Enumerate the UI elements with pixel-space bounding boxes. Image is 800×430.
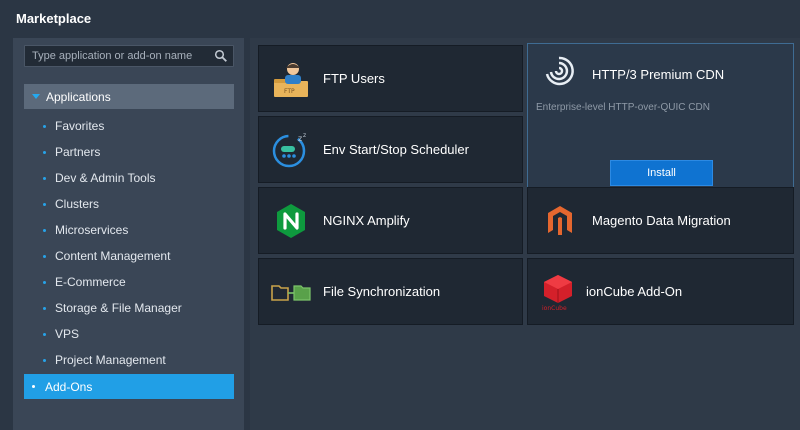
install-button[interactable]: Install	[610, 160, 713, 186]
scheduler-clock-icon: z z	[271, 130, 311, 170]
svg-text:z: z	[298, 134, 302, 143]
sidebar-item-label: Microservices	[55, 223, 129, 237]
ftp-user-icon: FTP	[271, 59, 311, 99]
tile-magento-data-migration[interactable]: Magento Data Migration	[527, 187, 794, 254]
svg-text:z: z	[303, 132, 306, 139]
tile-title: Env Start/Stop Scheduler	[323, 142, 469, 157]
sidebar-item-label: E-Commerce	[55, 275, 126, 289]
sidebar-item-clusters[interactable]: Clusters	[24, 191, 234, 217]
sidebar-item-label: Partners	[55, 145, 101, 159]
tile-title: NGINX Amplify	[323, 213, 410, 228]
sidebar-item-project-management[interactable]: Project Management	[24, 347, 234, 373]
sidebar-item-add-ons[interactable]: Add-Ons	[24, 374, 234, 399]
sidebar-item-favorites[interactable]: Favorites	[24, 113, 234, 139]
sidebar: Applications Favorites Partners Dev & Ad…	[13, 38, 244, 430]
sidebar-item-partners[interactable]: Partners	[24, 139, 234, 165]
bullet-icon	[43, 228, 46, 232]
sidebar-item-e-commerce[interactable]: E-Commerce	[24, 269, 234, 295]
tile-nginx-amplify[interactable]: NGINX Amplify	[258, 187, 523, 254]
tile-description: Enterprise-level HTTP-over-QUIC CDN	[536, 102, 710, 113]
bullet-icon	[43, 202, 46, 206]
search-icon[interactable]	[214, 49, 228, 63]
bullet-icon	[43, 280, 46, 284]
addon-grid: FTP FTP Users z z Env Start/Stop Schedul…	[250, 38, 800, 430]
bullet-icon	[43, 124, 46, 128]
caret-down-icon	[32, 94, 40, 99]
sidebar-group-label: Applications	[46, 89, 111, 104]
tile-title: HTTP/3 Premium CDN	[592, 67, 725, 82]
tile-ioncube-add-on[interactable]: ionCube ionCube Add-On	[527, 258, 794, 325]
sidebar-item-content-management[interactable]: Content Management	[24, 243, 234, 269]
sidebar-nav: Favorites Partners Dev & Admin Tools Clu…	[24, 113, 234, 373]
sidebar-item-label: Storage & File Manager	[55, 301, 182, 315]
bullet-icon	[43, 358, 46, 362]
tile-title: ionCube Add-On	[586, 284, 683, 299]
sidebar-item-label: Project Management	[55, 353, 166, 367]
tile-ftp-users[interactable]: FTP FTP Users	[258, 45, 523, 112]
svg-text:FTP: FTP	[284, 88, 295, 95]
sidebar-group-applications[interactable]: Applications	[24, 84, 234, 109]
bullet-icon	[43, 176, 46, 180]
tile-http3-premium-cdn[interactable]: HTTP/3 Premium CDN Enterprise-level HTTP…	[527, 43, 794, 195]
sidebar-item-label: VPS	[55, 327, 80, 341]
tile-title: File Synchronization	[323, 284, 441, 299]
sidebar-item-vps[interactable]: VPS	[24, 321, 234, 347]
swirl-cdn-icon	[542, 54, 582, 94]
title-bar: Marketplace	[0, 0, 800, 38]
tile-file-synchronization[interactable]: File Synchronization	[258, 258, 523, 325]
tile-title: FTP Users	[323, 71, 385, 86]
sidebar-item-label: Dev & Admin Tools	[55, 171, 156, 185]
window-title: Marketplace	[16, 11, 92, 26]
sidebar-item-label: Content Management	[55, 249, 171, 263]
folder-sync-icon	[271, 272, 311, 312]
tile-env-scheduler[interactable]: z z Env Start/Stop Scheduler	[258, 116, 523, 183]
magento-logo	[540, 201, 580, 241]
sidebar-item-storage-file-manager[interactable]: Storage & File Manager	[24, 295, 234, 321]
sidebar-item-label: Favorites	[55, 119, 105, 133]
sidebar-item-microservices[interactable]: Microservices	[24, 217, 234, 243]
search-input[interactable]	[25, 46, 205, 66]
bullet-icon	[43, 150, 46, 154]
nginx-logo	[271, 201, 311, 241]
sidebar-item-dev-admin-tools[interactable]: Dev & Admin Tools	[24, 165, 234, 191]
search-box	[24, 45, 234, 67]
bullet-icon	[32, 385, 35, 388]
sidebar-item-label: Clusters	[55, 197, 100, 211]
tile-title: Magento Data Migration	[592, 213, 731, 228]
ioncube-logo-text: ionCube	[542, 305, 567, 311]
ioncube-logo: ionCube	[538, 271, 578, 312]
bullet-icon	[43, 306, 46, 310]
sidebar-item-label: Add-Ons	[45, 379, 93, 394]
bullet-icon	[43, 332, 46, 336]
bullet-icon	[43, 254, 46, 258]
